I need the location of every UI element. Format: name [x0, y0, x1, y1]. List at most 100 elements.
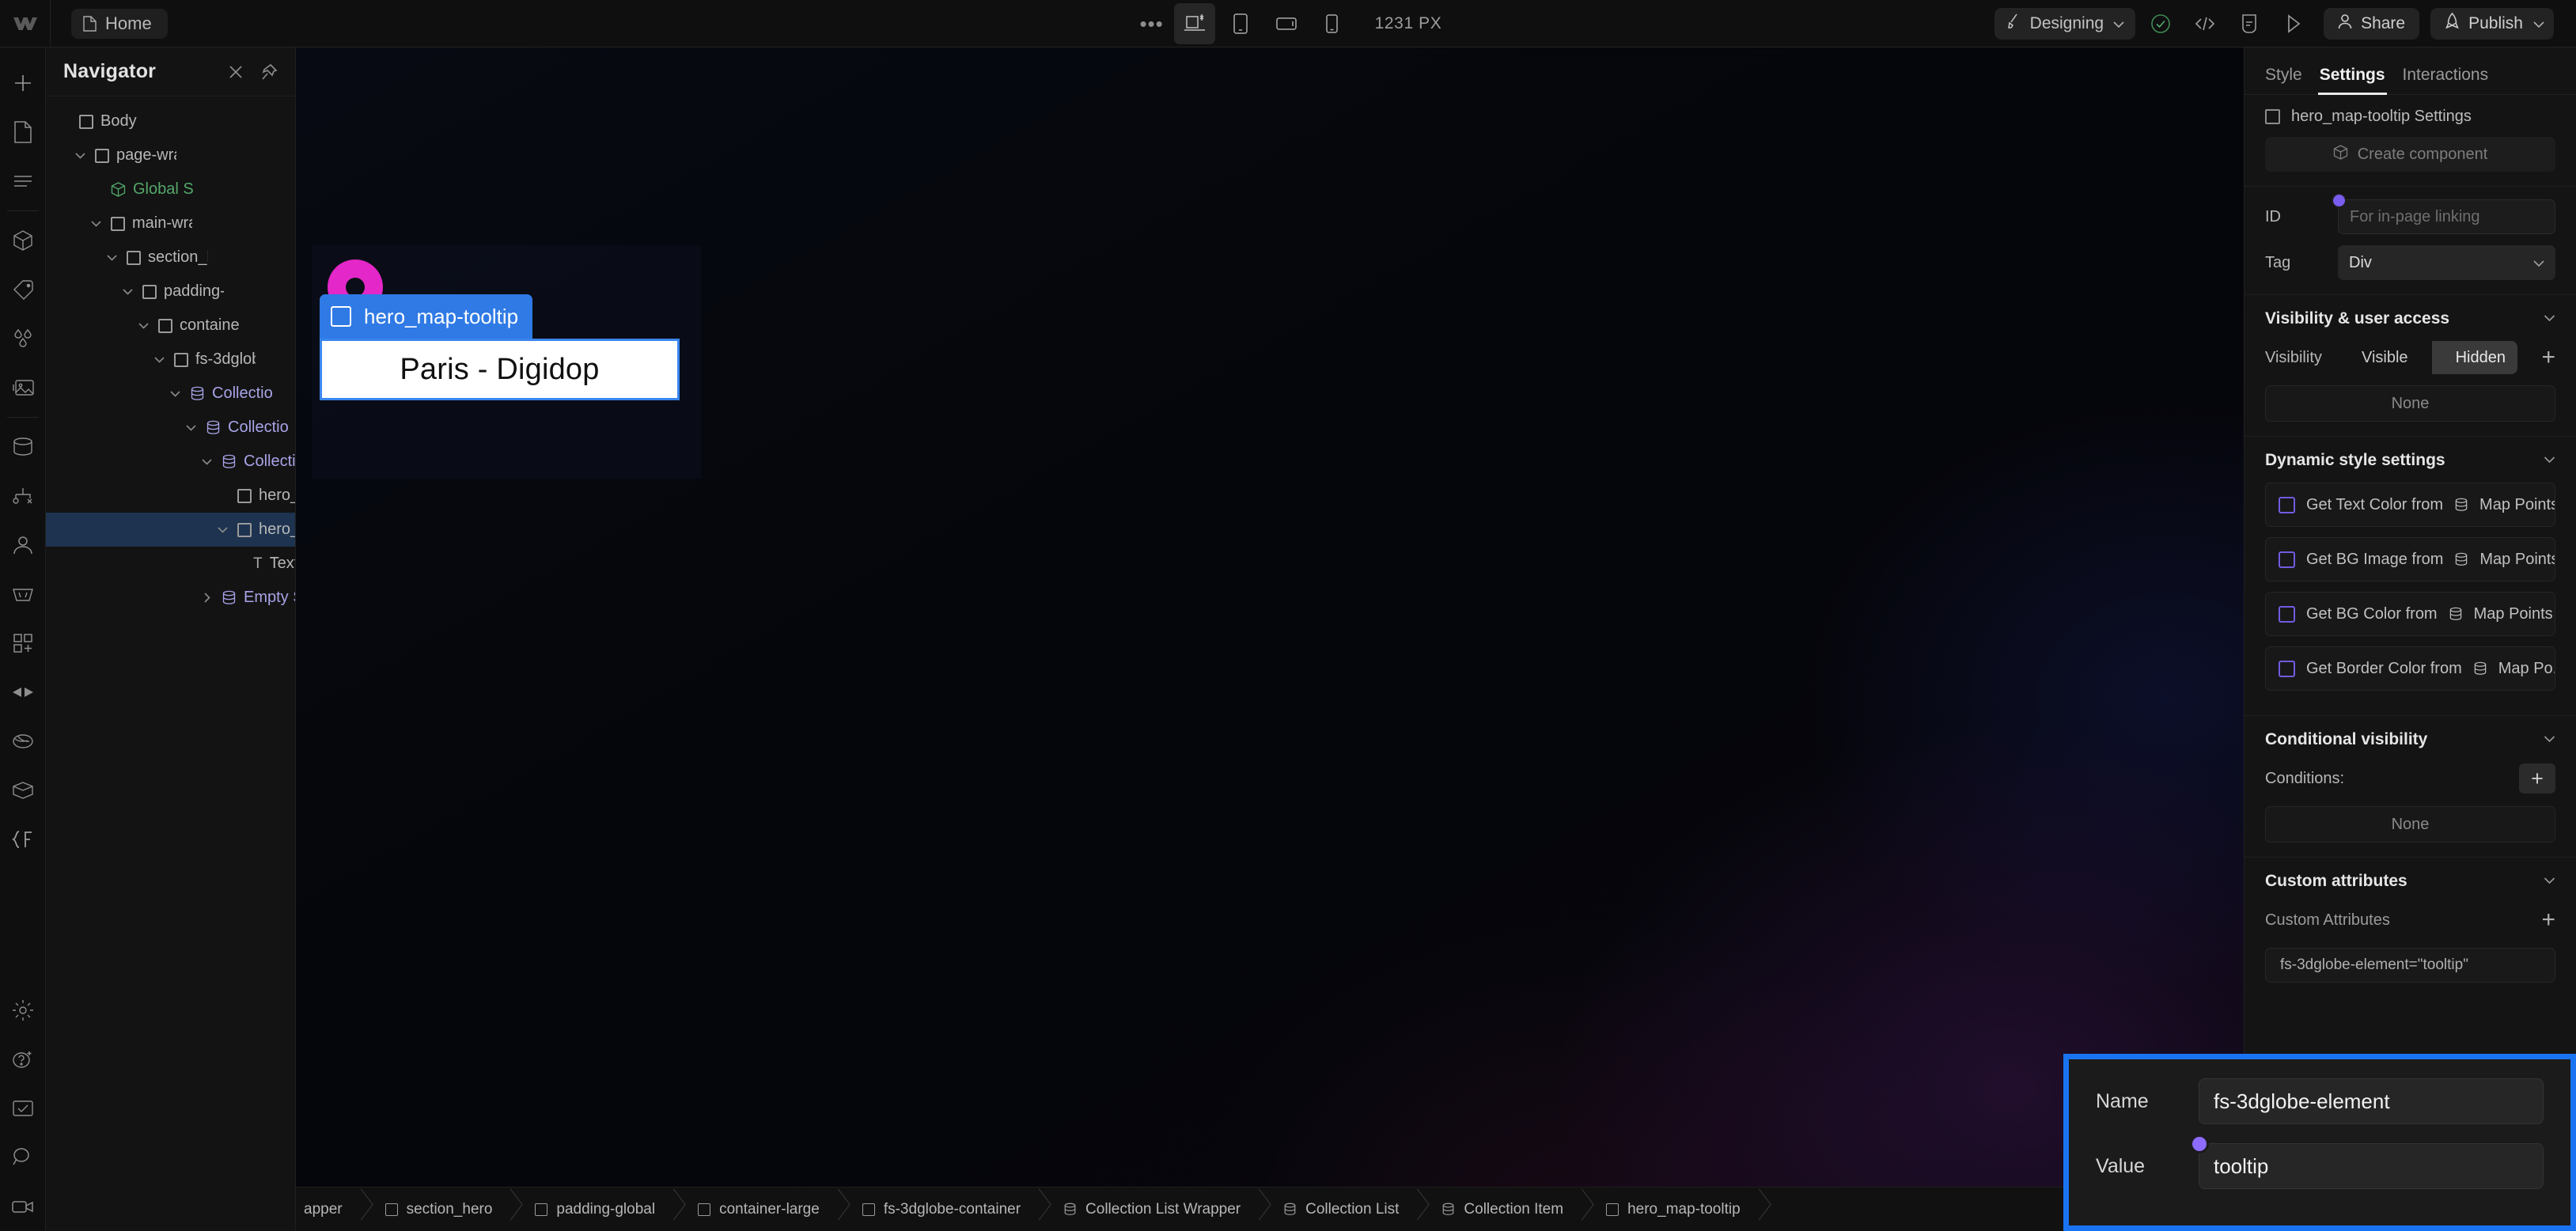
tab-interactions[interactable]: Interactions: [2403, 66, 2489, 94]
chevron-down-icon[interactable]: [199, 458, 214, 465]
navigator-item[interactable]: fs-3dglobe-cor: [46, 343, 295, 377]
tooltip-element-wrapper[interactable]: hero_map-tooltip Paris - Digidop: [312, 245, 701, 479]
breadcrumb-item[interactable]: Collection List Wrapper: [1040, 1187, 1260, 1231]
chevron-down-icon[interactable]: [184, 424, 199, 431]
braces-f-icon[interactable]: [4, 815, 42, 864]
tag-select[interactable]: Div: [2338, 245, 2555, 280]
conditions-none-row[interactable]: None: [2265, 806, 2555, 843]
style-panel-icon[interactable]: [4, 265, 42, 314]
person-icon[interactable]: [4, 521, 42, 570]
publish-button[interactable]: Publish: [2430, 7, 2554, 40]
tablet-breakpoint-icon[interactable]: [1220, 3, 1261, 44]
visibility-none-row[interactable]: None: [2265, 385, 2555, 422]
navigator-item[interactable]: Empty Stat: [46, 581, 295, 615]
database-icon[interactable]: [4, 422, 42, 472]
breadcrumb-item[interactable]: container-large: [674, 1187, 839, 1231]
desktop-breakpoint-icon[interactable]: [1173, 3, 1215, 44]
navigator-item[interactable]: padding-global: [46, 275, 295, 309]
navigator-item[interactable]: Collectio: [46, 445, 295, 479]
share-button[interactable]: Share: [2324, 7, 2420, 40]
chevron-right-icon[interactable]: [199, 593, 214, 603]
breadcrumb-item[interactable]: padding-global: [511, 1187, 674, 1231]
apps-grid-icon[interactable]: [4, 619, 42, 668]
navigator-item[interactable]: page-wrapper: [46, 138, 295, 172]
tab-settings[interactable]: Settings: [2317, 66, 2387, 95]
page-tab-home[interactable]: Home: [71, 8, 168, 39]
video-camera-icon[interactable]: [4, 1182, 42, 1231]
chevron-down-icon[interactable]: [73, 152, 88, 159]
mobile-portrait-breakpoint-icon[interactable]: [1312, 3, 1353, 44]
tab-style[interactable]: Style: [2265, 66, 2302, 94]
navigator-item[interactable]: hero_m: [46, 479, 295, 513]
map-tooltip-box[interactable]: Paris - Digidop: [320, 339, 680, 400]
comment-icon[interactable]: [2230, 5, 2268, 43]
visibility-option-hidden[interactable]: Hidden: [2431, 341, 2518, 374]
dynamic-style-row[interactable]: Get Text Color from Map Points: [2265, 483, 2555, 527]
create-component-button[interactable]: Create component: [2265, 137, 2555, 172]
breadcrumb-item[interactable]: Collection List: [1260, 1187, 1418, 1231]
breadcrumb-item[interactable]: fs-3dglobe-container: [839, 1187, 1040, 1231]
conditional-visibility-header[interactable]: Conditional visibility: [2265, 730, 2555, 749]
chevron-down-icon[interactable]: [89, 220, 104, 227]
mobile-landscape-breakpoint-icon[interactable]: [1266, 3, 1307, 44]
dynamic-style-section-header[interactable]: Dynamic style settings: [2265, 451, 2555, 470]
logic-flow-icon[interactable]: [4, 472, 42, 521]
add-condition-button[interactable]: +: [2519, 763, 2555, 794]
pin-icon[interactable]: [259, 62, 279, 82]
more-horizontal-icon[interactable]: •••: [1135, 6, 1169, 41]
navigator-item[interactable]: section_hero: [46, 241, 295, 275]
webflow-logo-icon[interactable]: [0, 0, 51, 47]
dynamic-style-row[interactable]: Get BG Color from Map Points: [2265, 592, 2555, 636]
cube-icon[interactable]: [4, 216, 42, 265]
plus-icon[interactable]: +: [2541, 346, 2555, 369]
chevron-down-icon[interactable]: [168, 390, 183, 397]
check-circle-icon[interactable]: [2142, 5, 2180, 43]
dynamic-style-row[interactable]: Get Border Color from Map Po...: [2265, 646, 2555, 691]
navigator-item[interactable]: T Text: [46, 547, 295, 581]
droplets-icon[interactable]: [4, 314, 42, 363]
code-icon[interactable]: [2186, 5, 2224, 43]
navigator-item[interactable]: container-large: [46, 309, 295, 343]
basket-icon[interactable]: [4, 570, 42, 619]
id-input[interactable]: For in-page linking: [2332, 193, 2555, 234]
question-sparkle-icon[interactable]: [4, 1035, 42, 1084]
navigator-item[interactable]: main-wrapper: [46, 206, 295, 241]
navigator-item[interactable]: Global Styles: [46, 172, 295, 206]
play-pause-icon[interactable]: [4, 668, 42, 717]
globe-icon[interactable]: [4, 717, 42, 766]
close-icon[interactable]: [225, 62, 246, 82]
navigator-item[interactable]: Collection Lis: [46, 377, 295, 411]
navigator-item[interactable]: hero_m: [46, 513, 295, 547]
magnifier-icon[interactable]: [4, 1133, 42, 1182]
design-canvas[interactable]: hero_map-tooltip Paris - Digidop apper se…: [296, 47, 2244, 1231]
checkbox-icon[interactable]: [2279, 551, 2295, 568]
chevron-down-icon[interactable]: [136, 322, 151, 329]
page-icon[interactable]: [4, 108, 42, 157]
breadcrumb-item[interactable]: hero_map-tooltip: [1582, 1187, 1760, 1231]
chevron-down-icon[interactable]: [104, 254, 119, 261]
play-icon[interactable]: [2275, 5, 2313, 43]
package-icon[interactable]: [4, 766, 42, 815]
custom-attributes-header[interactable]: Custom attributes: [2265, 872, 2555, 891]
plus-icon[interactable]: [4, 59, 42, 108]
dynamic-style-row[interactable]: Get BG Image from Map Points: [2265, 537, 2555, 581]
visibility-section-header[interactable]: Visibility & user access: [2265, 309, 2555, 328]
navigator-item[interactable]: Collection: [46, 411, 295, 445]
checkbox-icon[interactable]: [4, 1084, 42, 1133]
image-icon[interactable]: [4, 363, 42, 412]
visibility-option-visible[interactable]: Visible: [2338, 341, 2432, 374]
chevron-down-icon[interactable]: [120, 288, 135, 295]
breadcrumb-item[interactable]: section_hero: [362, 1187, 512, 1231]
checkbox-icon[interactable]: [2279, 660, 2295, 677]
checkbox-icon[interactable]: [2279, 605, 2295, 623]
checkbox-icon[interactable]: [2279, 496, 2295, 513]
add-custom-attribute-icon[interactable]: +: [2541, 908, 2555, 932]
navigator-icon[interactable]: [4, 157, 42, 206]
breadcrumb-item[interactable]: Collection Item: [1418, 1187, 1582, 1231]
designing-mode-dropdown[interactable]: Designing: [1994, 7, 2136, 40]
breadcrumb-item[interactable]: apper: [296, 1187, 362, 1231]
attribute-value-input[interactable]: tooltip: [2190, 1134, 2544, 1189]
navigator-item[interactable]: Body: [46, 104, 295, 138]
attribute-name-input[interactable]: fs-3dglobe-element: [2199, 1078, 2544, 1124]
gear-icon[interactable]: [4, 986, 42, 1035]
